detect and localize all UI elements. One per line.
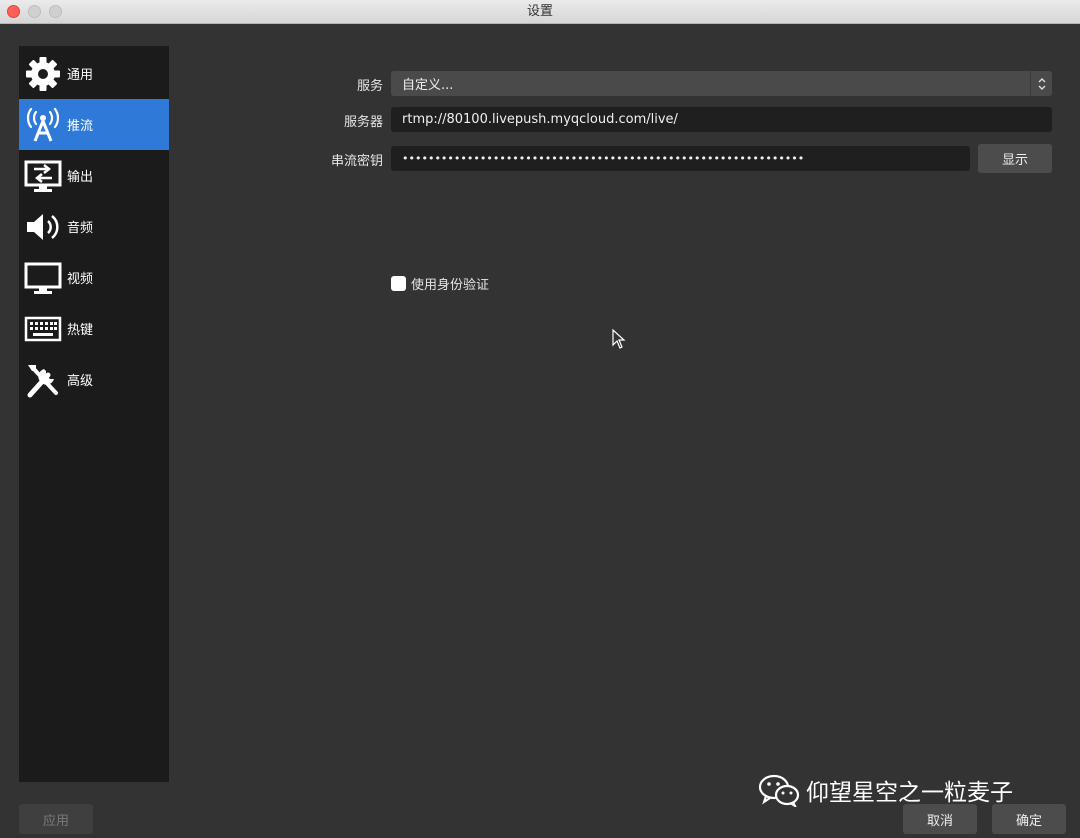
sidebar-item-stream[interactable]: 推流 [19,99,169,150]
tools-icon [19,354,67,405]
sidebar-item-advanced[interactable]: 高级 [19,354,169,405]
sidebar-item-video[interactable]: 视频 [19,252,169,303]
sidebar-item-output[interactable]: 输出 [19,150,169,201]
service-select[interactable]: 自定义... [391,71,1052,96]
sidebar-item-audio[interactable]: 音频 [19,201,169,252]
use-auth-row[interactable]: 使用身份验证 [391,273,489,293]
stream-key-input[interactable]: ••••••••••••••••••••••••••••••••••••••••… [391,146,970,171]
keyboard-icon [19,303,67,354]
sidebar-item-label: 视频 [67,272,94,287]
sidebar-item-label: 音频 [67,221,94,236]
window-title: 设置 [526,4,553,19]
monitor-icon [19,252,67,303]
mouse-cursor-icon [612,329,626,349]
server-label: 服务器 [343,115,383,130]
sidebar-item-hotkeys[interactable]: 热键 [19,303,169,354]
use-auth-label: 使用身份验证 [411,277,490,293]
settings-sidebar: 通用 推流 输出 音频 视频 热键 高级 [19,46,169,782]
show-key-button[interactable]: 显示 [978,144,1052,173]
sidebar-item-label: 通用 [67,68,94,83]
sidebar-item-label: 推流 [67,119,94,134]
service-label: 服务 [356,79,383,94]
broadcast-tower-icon [19,99,67,150]
sidebar-item-general[interactable]: 通用 [19,48,169,99]
service-value: 自定义... [402,78,454,93]
watermark: 仰望星空之一粒麦子 [758,772,1013,808]
wechat-icon [758,774,800,807]
server-input[interactable]: rtmp://80100.livepush.myqcloud.com/live/ [391,107,1052,132]
output-icon [19,150,67,201]
ok-button[interactable]: 确定 [992,804,1066,834]
sidebar-item-label: 输出 [67,170,94,185]
speaker-icon [19,201,67,252]
window-titlebar: 设置 [0,0,1080,24]
watermark-text: 仰望星空之一粒麦子 [806,780,1013,806]
use-auth-checkbox[interactable] [391,275,406,291]
stream-key-label: 串流密钥 [330,154,383,169]
cancel-button[interactable]: 取消 [903,804,977,834]
gear-icon [19,48,67,99]
apply-button[interactable]: 应用 [19,804,93,834]
sidebar-item-label: 高级 [67,374,94,389]
sidebar-item-label: 热键 [67,323,94,338]
select-updown-icon [1030,71,1052,96]
